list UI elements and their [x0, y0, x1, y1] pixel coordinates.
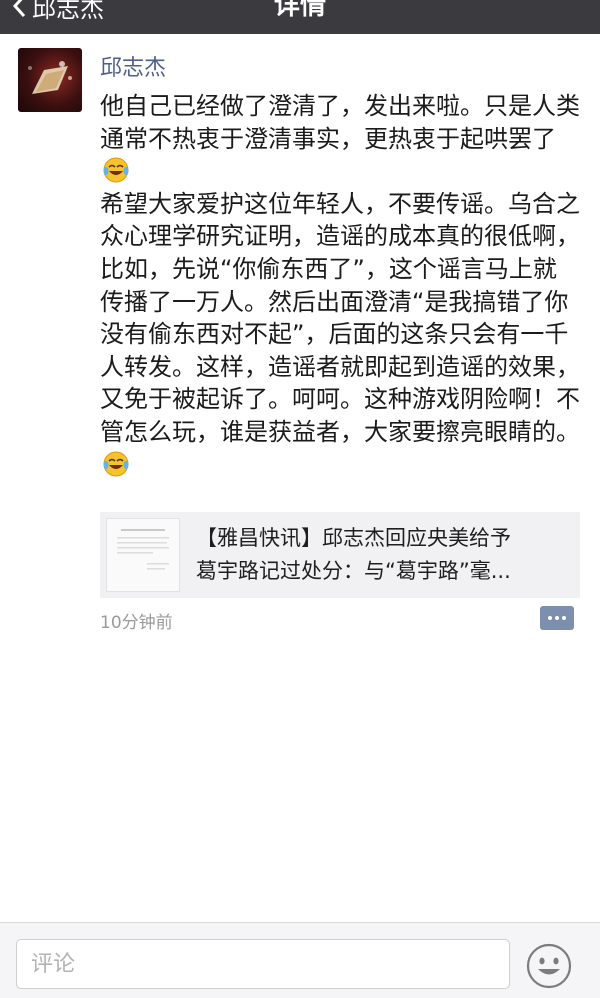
dot-icon: [555, 616, 559, 620]
article-title-line-2: 葛宇路记过处分：与“葛宇路”毫...: [196, 559, 511, 583]
dot-icon: [548, 616, 552, 620]
laughing-tears-emoji-icon: [103, 451, 129, 477]
post-text-part-1: 他自己已经做了澄清了，发出来啦。只是人类通常不热衷于澄清事实，更热衷于起哄罢了: [100, 92, 580, 153]
article-title-line-1: 【雅昌快讯】邱志杰回应央美给予: [196, 526, 511, 550]
laughing-tears-emoji-icon: [103, 157, 129, 183]
comment-action-button[interactable]: [540, 606, 574, 630]
avatar-image: [28, 61, 72, 94]
article-title: 【雅昌快讯】邱志杰回应央美给予 葛宇路记过处分：与“葛宇路”毫...: [196, 522, 568, 588]
post-text: 他自己已经做了澄清了，发出来啦。只是人类通常不热衷于澄清事实，更热衷于起哄罢了 …: [100, 90, 580, 481]
emoji-button[interactable]: [526, 943, 572, 989]
author-name[interactable]: 邱志杰: [100, 50, 166, 82]
shared-article-card[interactable]: 【雅昌快讯】邱志杰回应央美给予 葛宇路记过处分：与“葛宇路”毫...: [100, 512, 580, 598]
article-thumbnail: [106, 518, 180, 592]
post-time: 10分钟前: [100, 613, 173, 633]
dot-icon: [562, 616, 566, 620]
document-thumbnail-icon: [117, 529, 169, 570]
avatar[interactable]: [18, 48, 82, 112]
navigation-bar: 邱志杰 详情: [0, 0, 600, 34]
comment-input[interactable]: [16, 939, 510, 989]
comment-bar: [0, 922, 600, 998]
post-text-part-2: 希望大家爱护这位年轻人，不要传谣。乌合之众心理学研究证明，造谣的成本真的很低啊，…: [100, 189, 580, 446]
smiley-icon: [526, 943, 572, 989]
page-title: 详情: [273, 0, 326, 21]
